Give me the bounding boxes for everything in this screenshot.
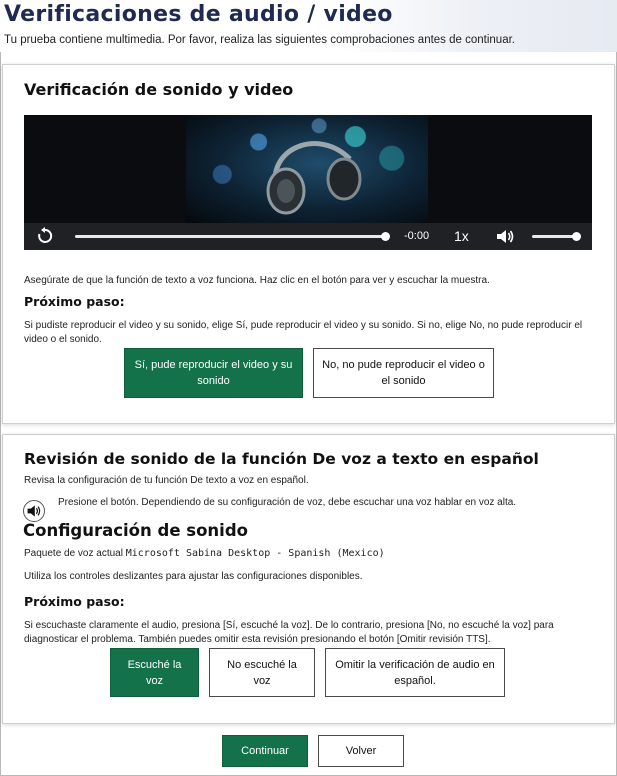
replay-icon[interactable] xyxy=(36,227,54,245)
tts-check-title: Revisión de sonido de la función De voz … xyxy=(24,450,539,468)
not-heard-voice-button[interactable]: No escuché la voz xyxy=(209,648,315,697)
heard-voice-button[interactable]: Escuché la voz xyxy=(110,648,199,697)
next-step-label: Próximo paso: xyxy=(24,294,125,309)
player-controls: -0:00 1x xyxy=(24,223,592,250)
speaker-icon xyxy=(27,505,41,517)
page-title: Verificaciones de audio / video xyxy=(4,2,393,27)
seek-bar[interactable] xyxy=(75,235,387,238)
time-display: -0:00 xyxy=(404,230,430,242)
seek-handle[interactable] xyxy=(381,232,390,241)
playback-speed-button[interactable]: 1x xyxy=(454,228,469,244)
volume-icon[interactable] xyxy=(496,228,514,245)
page-subtitle: Tu prueba contiene multimedia. Por favor… xyxy=(4,34,515,46)
video-instruction: Asegúrate de que la función de texto a v… xyxy=(24,275,490,286)
next-step-text: Si pudiste reproducir el video y su soni… xyxy=(24,320,583,345)
volume-handle[interactable] xyxy=(572,232,581,241)
voice-pack-row: Paquete de voz actual Microsoft Sabina D… xyxy=(24,547,385,561)
tts-next-step-label: Próximo paso: xyxy=(24,594,125,609)
video-check-title: Verificación de sonido y video xyxy=(24,80,294,99)
speaker-button[interactable] xyxy=(23,500,45,522)
video-thumbnail xyxy=(186,115,428,223)
video-player[interactable]: -0:00 1x xyxy=(24,115,592,250)
yes-played-button[interactable]: Sí, pude reproducir el video y su sonido xyxy=(124,348,303,398)
sliders-text: Utiliza los controles deslizantes para a… xyxy=(24,571,363,582)
speaker-hint: Presione el botón. Dependiendo de su con… xyxy=(58,497,517,508)
skip-tts-check-button[interactable]: Omitir la verificación de audio en españ… xyxy=(325,648,505,697)
tts-next-step-text: Si escuchaste claramente el audio, presi… xyxy=(24,620,554,645)
headphones-icon xyxy=(266,141,362,215)
back-button[interactable]: Volver xyxy=(318,735,404,767)
continue-button[interactable]: Continuar xyxy=(222,735,308,767)
no-played-button[interactable]: No, no pude reproducir el video o el son… xyxy=(313,348,494,398)
sound-config-title: Configuración de sonido xyxy=(23,521,248,540)
voice-pack-label: Paquete de voz actual xyxy=(24,548,123,559)
tts-intro: Revisa la configuración de tu función De… xyxy=(24,475,309,486)
voice-pack-value: Microsoft Sabina Desktop - Spanish (Mexi… xyxy=(125,548,385,559)
